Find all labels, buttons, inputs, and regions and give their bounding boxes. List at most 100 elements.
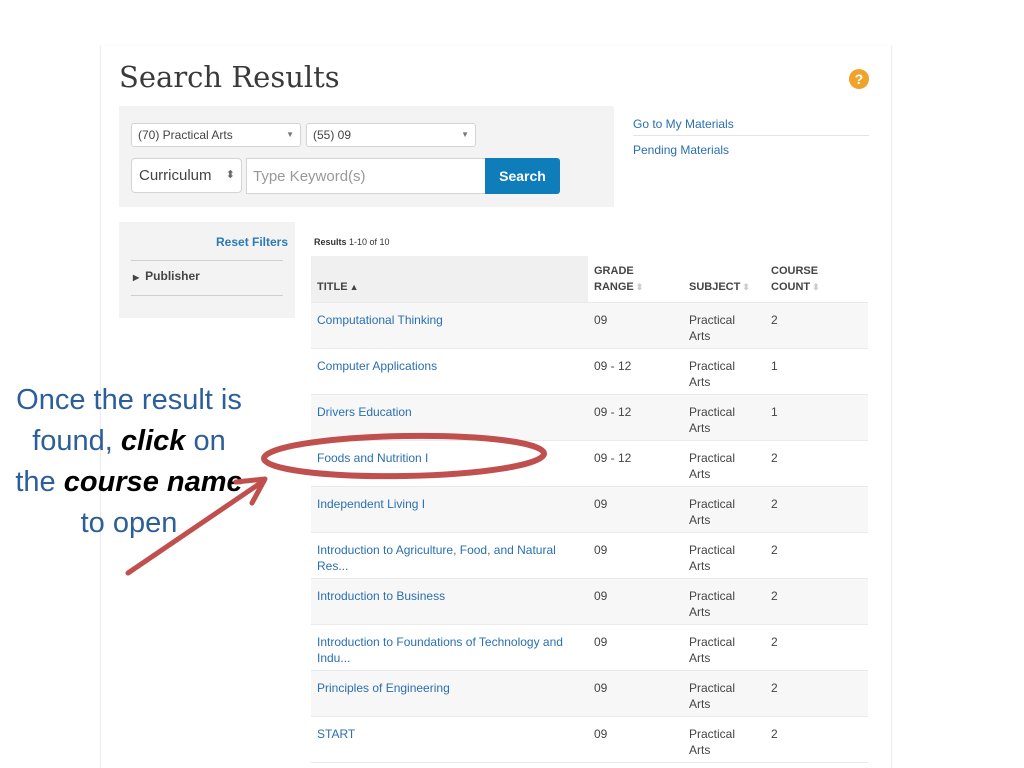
- cell-grade-range: 09 - 12: [588, 347, 683, 394]
- cell-grade-range: 09: [588, 577, 683, 624]
- cell-course-count: 2: [765, 669, 868, 716]
- pending-materials-link[interactable]: Pending Materials: [633, 140, 869, 162]
- course-title-link[interactable]: Introduction to Foundations of Technolog…: [317, 635, 563, 665]
- subject-line: Arts: [689, 558, 711, 573]
- cell-subject: Practical Arts: [683, 347, 765, 394]
- course-title-link[interactable]: Drivers Education: [317, 405, 412, 419]
- keyword-search-input[interactable]: [246, 158, 486, 194]
- subject-line: Practical: [689, 404, 736, 419]
- chevron-down-icon: ▼: [461, 130, 469, 139]
- cell-grade-range: 09 - 12: [588, 393, 683, 440]
- search-button[interactable]: Search: [485, 158, 560, 194]
- subject-select[interactable]: (70) Practical Arts ▼: [131, 123, 301, 147]
- cell-title: Introduction to Foundations of Technolog…: [311, 623, 588, 670]
- chevron-down-icon: ▼: [286, 130, 294, 139]
- grade-select[interactable]: (55) 09 ▼: [306, 123, 476, 147]
- cell-grade-range: 09: [588, 623, 683, 670]
- annotation-emphasis: course name: [63, 466, 243, 498]
- course-title-link[interactable]: Independent Living I: [317, 497, 425, 511]
- filter-divider: [131, 295, 283, 296]
- cell-course-count: 2: [765, 485, 868, 532]
- cell-grade-range: 09: [588, 301, 683, 348]
- cell-title: Computational Thinking: [311, 301, 588, 348]
- course-title-link[interactable]: Computer Applications: [317, 359, 437, 373]
- column-header-title[interactable]: TITLE ▲: [311, 256, 588, 302]
- results-count-label: Results: [314, 237, 347, 247]
- cell-subject: Practical Arts: [683, 439, 765, 486]
- cell-grade-range: 09: [588, 669, 683, 716]
- cell-title: START: [311, 715, 588, 763]
- column-header-label: SUBJECT: [689, 280, 741, 293]
- table-row: Introduction to Foundations of Technolog…: [311, 623, 868, 670]
- cell-course-count: 2: [765, 531, 868, 578]
- column-header-course-count[interactable]: COURSE COUNT ⬍: [765, 256, 868, 302]
- column-header-subject[interactable]: SUBJECT ⬍: [683, 256, 765, 302]
- cell-course-count: 2: [765, 577, 868, 624]
- subject-line: Practical: [689, 358, 736, 373]
- course-title-link[interactable]: Foods and Nutrition I: [317, 451, 428, 465]
- sort-icon: ⬍: [742, 281, 750, 292]
- column-header-label: COUNT: [771, 280, 811, 293]
- go-to-my-materials-link[interactable]: Go to My Materials: [633, 114, 869, 136]
- cell-subject: Practical Arts: [683, 715, 765, 763]
- search-type-select[interactable]: Curriculum ⬍: [131, 158, 242, 193]
- subject-line: Practical: [689, 542, 736, 557]
- cell-subject: Practical Arts: [683, 623, 765, 670]
- table-row: Drivers Education 09 - 12 Practical Arts 1: [311, 393, 868, 440]
- subject-line: Practical: [689, 680, 736, 695]
- subject-line: Practical: [689, 312, 736, 327]
- cell-subject: Practical Arts: [683, 393, 765, 440]
- sort-ascending-icon: ▲: [349, 281, 359, 292]
- reset-filters-link[interactable]: Reset Filters: [216, 235, 288, 249]
- subject-select-value: (70) Practical Arts: [138, 128, 233, 142]
- subject-line: Arts: [689, 742, 711, 757]
- side-links: Go to My Materials Pending Materials: [633, 114, 869, 162]
- subject-line: Arts: [689, 604, 711, 619]
- cell-course-count: 2: [765, 715, 868, 763]
- results-count: Results 1-10 of 10: [314, 237, 390, 247]
- cell-grade-range: 09: [588, 715, 683, 763]
- table-row: START 09 Practical Arts 2: [311, 715, 868, 763]
- column-header-label: TITLE: [317, 280, 348, 293]
- grade-select-value: (55) 09: [313, 128, 352, 142]
- column-header-label: GRADE: [594, 264, 634, 277]
- subject-line: Arts: [689, 512, 711, 527]
- subject-line: Practical: [689, 496, 736, 511]
- table-row: Computer Applications 09 - 12 Practical Art…: [311, 347, 868, 394]
- sort-icon: ⬍: [635, 281, 644, 292]
- course-title-link[interactable]: START: [317, 727, 355, 741]
- cell-title: Independent Living I: [311, 485, 588, 532]
- cell-course-count: 1: [765, 393, 868, 440]
- filter-group-publisher[interactable]: ▶ Publisher: [133, 269, 200, 283]
- table-row: Introduction to Business 09 Practical Arts 2: [311, 577, 868, 624]
- column-header-label: RANGE: [594, 280, 634, 293]
- cell-subject: Practical Arts: [683, 669, 765, 716]
- course-title-link[interactable]: Introduction to Agriculture, Food, and N…: [317, 543, 556, 573]
- table-row: Principles of Engineering 09 Practical Arts…: [311, 669, 868, 716]
- annotation-text: to open: [80, 507, 178, 539]
- column-header-grade-range[interactable]: GRADE RANGE ⬍: [588, 256, 683, 302]
- subject-line: Practical: [689, 450, 736, 465]
- subject-line: Arts: [689, 650, 711, 665]
- question-circle-icon[interactable]: ?: [849, 69, 869, 89]
- search-type-value: Curriculum: [139, 167, 212, 184]
- subject-line: Arts: [689, 374, 711, 389]
- cell-title: Principles of Engineering: [311, 669, 588, 716]
- filter-divider: [131, 260, 283, 261]
- subject-line: Arts: [689, 466, 711, 481]
- sort-icon: ⬍: [812, 281, 820, 292]
- annotation-emphasis: click: [120, 425, 186, 457]
- cell-subject: Practical Arts: [683, 577, 765, 624]
- course-title-link[interactable]: Principles of Engineering: [317, 681, 450, 695]
- subject-line: Arts: [689, 328, 711, 343]
- cell-title: Foods and Nutrition I: [311, 439, 588, 486]
- results-table: TITLE ▲ GRADE RANGE ⬍ SUBJECT ⬍ COURSE COUN…: [311, 256, 868, 763]
- subject-line: Practical: [689, 726, 736, 741]
- cell-subject: Practical Arts: [683, 531, 765, 578]
- course-title-link[interactable]: Introduction to Business: [317, 589, 445, 603]
- cell-course-count: 2: [765, 301, 868, 348]
- course-title-link[interactable]: Computational Thinking: [317, 313, 443, 327]
- instruction-annotation: Once the result is found, click on the c…: [14, 380, 244, 544]
- cell-course-count: 2: [765, 623, 868, 670]
- subject-line: Arts: [689, 420, 711, 435]
